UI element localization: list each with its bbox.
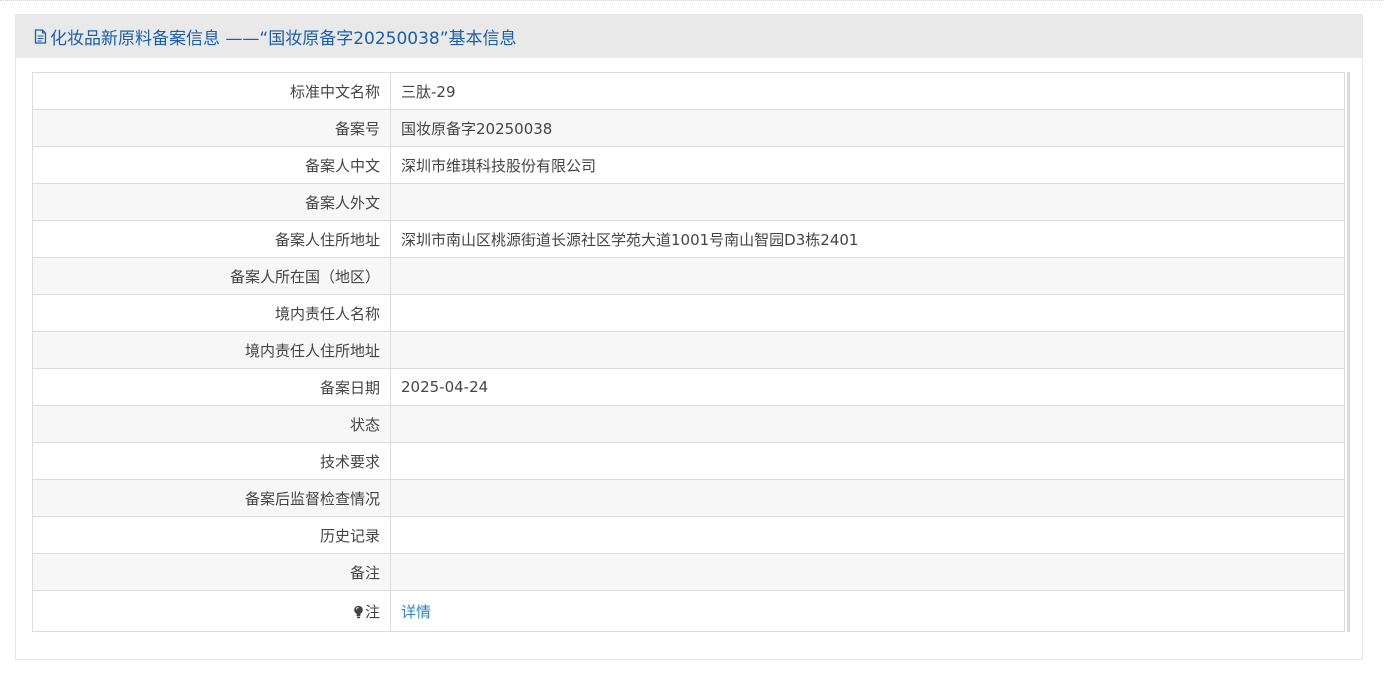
field-label: 状态 xyxy=(32,405,391,443)
top-divider xyxy=(0,0,1384,1)
field-value: 三肽-29 xyxy=(390,72,1345,110)
field-label: 备案人中文 xyxy=(32,146,391,184)
table-row: 备案后监督检查情况 xyxy=(32,479,1345,517)
field-value xyxy=(390,183,1345,221)
info-table-wrapper: 标准中文名称 三肽-29 备案号 国妆原备字20250038 备案人中文 深圳市… xyxy=(32,72,1350,632)
lightbulb-icon xyxy=(354,605,363,618)
field-label: 技术要求 xyxy=(32,442,391,480)
field-label: 境内责任人住所地址 xyxy=(32,331,391,369)
field-label: 备案人外文 xyxy=(32,183,391,221)
table-row: 备案人所在国（地区） xyxy=(32,257,1345,295)
table-row: 历史记录 xyxy=(32,516,1345,554)
note-row: 注 详情 xyxy=(32,590,1345,632)
field-value xyxy=(390,553,1345,591)
table-row: 备注 xyxy=(32,553,1345,591)
table-row: 备案人住所地址 深圳市南山区桃源街道长源社区学苑大道1001号南山智园D3栋24… xyxy=(32,220,1345,258)
field-label: 境内责任人名称 xyxy=(32,294,391,332)
field-value xyxy=(390,479,1345,517)
table-row: 备案号 国妆原备字20250038 xyxy=(32,109,1345,147)
details-link[interactable]: 详情 xyxy=(401,603,431,621)
field-value xyxy=(390,294,1345,332)
field-label: 备案号 xyxy=(32,109,391,147)
table-row: 技术要求 xyxy=(32,442,1345,480)
field-value xyxy=(390,405,1345,443)
panel-header: 化妆品新原料备案信息 ——“国妆原备字20250038”基本信息 xyxy=(16,15,1362,58)
info-panel: 化妆品新原料备案信息 ——“国妆原备字20250038”基本信息 标准中文名称 … xyxy=(15,14,1363,660)
table-row: 备案人中文 深圳市维琪科技股份有限公司 xyxy=(32,146,1345,184)
table-row: 备案人外文 xyxy=(32,183,1345,221)
field-label: 备案人住所地址 xyxy=(32,220,391,258)
page-title: 化妆品新原料备案信息 ——“国妆原备字20250038”基本信息 xyxy=(50,29,517,49)
table-row: 标准中文名称 三肽-29 xyxy=(32,72,1345,110)
field-value xyxy=(390,442,1345,480)
document-icon xyxy=(34,29,47,44)
note-label: 注 xyxy=(364,602,380,621)
table-row: 备案日期 2025-04-24 xyxy=(32,368,1345,406)
field-value: 2025-04-24 xyxy=(390,368,1345,406)
field-label: 备案人所在国（地区） xyxy=(32,257,391,295)
note-label-cell: 注 xyxy=(32,590,391,632)
field-label: 历史记录 xyxy=(32,516,391,554)
field-value: 国妆原备字20250038 xyxy=(390,109,1345,147)
field-value xyxy=(390,331,1345,369)
table-row: 境内责任人住所地址 xyxy=(32,331,1345,369)
field-value xyxy=(390,257,1345,295)
table-row: 境内责任人名称 xyxy=(32,294,1345,332)
table-row: 状态 xyxy=(32,405,1345,443)
field-label: 备案日期 xyxy=(32,368,391,406)
field-value: 深圳市南山区桃源街道长源社区学苑大道1001号南山智园D3栋2401 xyxy=(390,220,1345,258)
field-label: 标准中文名称 xyxy=(32,72,391,110)
field-value xyxy=(390,516,1345,554)
info-table: 标准中文名称 三肽-29 备案号 国妆原备字20250038 备案人中文 深圳市… xyxy=(32,72,1345,632)
field-label: 备注 xyxy=(32,553,391,591)
field-value: 深圳市维琪科技股份有限公司 xyxy=(390,146,1345,184)
note-value-cell: 详情 xyxy=(390,590,1345,632)
field-label: 备案后监督检查情况 xyxy=(32,479,391,517)
